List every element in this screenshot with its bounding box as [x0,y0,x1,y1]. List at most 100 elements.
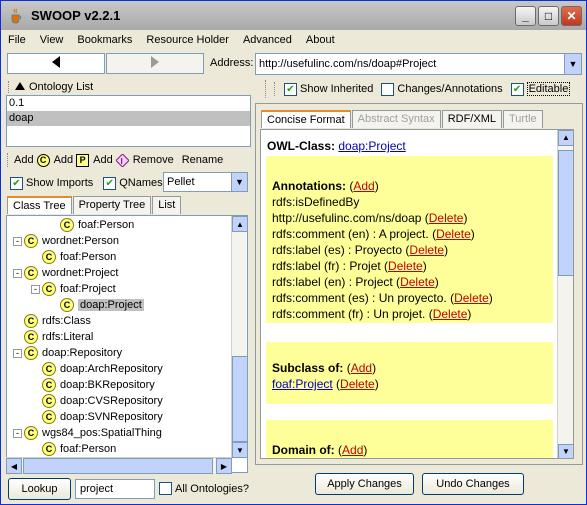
remove-button[interactable]: Remove [133,154,174,166]
collapse-toggle-icon[interactable]: - [13,348,22,358]
collapse-triangle-icon[interactable] [15,81,25,93]
scroll-thumb[interactable] [558,150,573,276]
close-button[interactable]: ✕ [561,6,582,26]
tree-node[interactable]: Cdoap:SVNRepository [31,409,163,425]
all-ontologies-row: All Ontologies? [159,482,249,495]
tree-node[interactable]: - Cdoap:Repository [13,345,122,361]
show-inherited-checkbox[interactable]: ✔ [284,82,297,96]
tab-turtle[interactable]: Turtle [502,110,543,128]
address-dropdown-button[interactable]: ▼ [564,54,581,74]
reasoner-value: Pellet [167,176,195,188]
delete-annotation-link[interactable]: Delete [409,243,444,257]
tree-node[interactable]: - Cwgs84_pos:SpatialThing [13,425,162,441]
maximize-button[interactable]: □ [538,6,559,26]
delete-annotation-link[interactable]: Delete [400,275,435,289]
tree-node[interactable]: Cfoaf:Person [31,249,116,265]
scroll-right-icon[interactable]: ▶ [216,458,232,474]
scroll-down-icon[interactable]: ▼ [558,444,573,458]
search-input[interactable]: project [75,479,155,499]
class-tree: Cfoaf:Person - Cwordnet:Person Cfoaf:Person… [6,215,248,473]
address-field[interactable]: http://usefulinc.com/ns/doap#Project ▼ [255,53,582,75]
delete-annotation-link[interactable]: Delete [429,211,464,225]
back-button[interactable] [7,53,105,74]
tree-node[interactable]: Cdoap:CVSRepository [31,393,163,409]
tree-node[interactable]: Cfoaf:Person [31,441,116,457]
tree-node[interactable]: Cdoap:Project [49,297,144,313]
annotations-card: Annotations: (Add) rdfs:isDefinedBy http:… [266,156,553,323]
delete-annotation-link[interactable]: Delete [433,307,468,321]
tree-vertical-scrollbar[interactable]: ▲ ▼ [231,216,247,458]
chevron-down-icon[interactable]: ▼ [231,173,247,191]
scroll-up-icon[interactable]: ▲ [232,216,247,232]
tree-node[interactable]: - Cwordnet:Person [13,233,119,249]
apply-changes-button[interactable]: Apply Changes [315,473,414,495]
tree-node[interactable]: - Cwordnet:Project [13,265,118,281]
scroll-up-icon[interactable]: ▲ [558,130,573,146]
tab-abstract-syntax[interactable]: Abstract Syntax [351,110,441,128]
scroll-thumb[interactable] [232,356,247,442]
show-imports-checkbox[interactable]: ✔ [10,176,23,190]
owl-class-label: OWL-Class: [267,139,336,153]
class-icon: C [42,442,56,456]
collapse-toggle-icon[interactable]: - [13,268,22,278]
title-bar[interactable]: SWOOP v2.2.1 _ □ ✕ [1,1,586,30]
tree-node[interactable]: Cfoaf:Person [49,217,134,233]
tab-concise-format[interactable]: Concise Format [261,110,351,128]
tab-property-tree[interactable]: Property Tree [72,196,152,214]
scroll-thumb[interactable] [23,458,213,474]
class-icon: C [24,330,38,344]
collapse-toggle-icon[interactable]: - [31,284,40,294]
menu-view[interactable]: View [33,34,71,46]
lookup-button[interactable]: Lookup [8,478,71,500]
ontology-list-header[interactable]: Ontology List [6,79,250,95]
delete-annotation-link[interactable]: Delete [454,291,489,305]
editable-checkbox[interactable]: ✔ [510,82,524,96]
property-icon[interactable]: P [76,153,90,167]
changes-annotations-checkbox[interactable] [381,82,395,96]
tab-rdf-xml[interactable]: RDF/XML [441,110,502,128]
add-class-label[interactable]: Add [14,154,34,166]
annotation-text: rdfs:comment (en) : A project. [272,227,429,241]
scroll-left-icon[interactable]: ◀ [6,458,22,474]
minimize-button[interactable]: _ [515,6,536,26]
tree-horizontal-scrollbar[interactable]: ◀ ▶ [6,457,232,474]
tree-node-label: wordnet:Person [42,235,120,247]
menu-advanced[interactable]: Advanced [236,34,299,46]
delete-subclass-link[interactable]: Delete [340,377,375,391]
tree-node[interactable]: Cdoap:ArchRepository [31,361,163,377]
scroll-down-icon[interactable]: ▼ [232,442,247,458]
add-individual-label[interactable]: Add [93,154,113,166]
menu-resource-holder[interactable]: Resource Holder [139,34,236,46]
tree-node[interactable]: Crdfs:Class [13,313,91,329]
collapse-toggle-icon[interactable]: - [13,428,22,438]
ontology-item-selected[interactable]: doap [7,111,250,126]
add-property-label[interactable]: Add [54,154,74,166]
owl-class-link[interactable]: doap:Project [338,139,405,153]
rename-button[interactable]: Rename [182,154,224,166]
delete-annotation-link[interactable]: Delete [436,227,471,241]
tab-list[interactable]: List [152,196,182,214]
subclass-link[interactable]: foaf:Project [272,377,333,391]
all-ontologies-checkbox[interactable] [159,482,172,495]
add-subclass-link[interactable]: Add [351,361,372,375]
menu-file[interactable]: File [1,34,33,46]
individual-icon[interactable]: I [115,153,129,167]
qnames-checkbox[interactable]: ✔ [103,176,117,190]
class-icon[interactable]: C [36,153,50,167]
menu-bookmarks[interactable]: Bookmarks [70,34,139,46]
annotation-row: rdfs:label (es) : Proyecto (Delete) [272,243,449,257]
collapse-toggle-icon[interactable]: - [13,236,22,246]
delete-annotation-link[interactable]: Delete [388,259,423,273]
ontology-item[interactable]: 0.1 [7,96,250,111]
tree-node[interactable]: Crdfs:Literal [13,329,93,345]
add-annotation-link[interactable]: Add [353,179,374,193]
tab-class-tree[interactable]: Class Tree [7,196,72,214]
forward-button[interactable] [106,53,204,74]
tree-node[interactable]: Cdoap:BKRepository [31,377,155,393]
menu-about[interactable]: About [299,34,342,46]
undo-changes-button[interactable]: Undo Changes [422,473,524,495]
content-vertical-scrollbar[interactable]: ▲ ▼ [557,130,573,458]
add-domain-link[interactable]: Add [342,443,363,457]
tree-node[interactable]: - Cfoaf:Project [31,281,116,297]
reasoner-select[interactable]: Pellet ▼ [163,172,248,192]
